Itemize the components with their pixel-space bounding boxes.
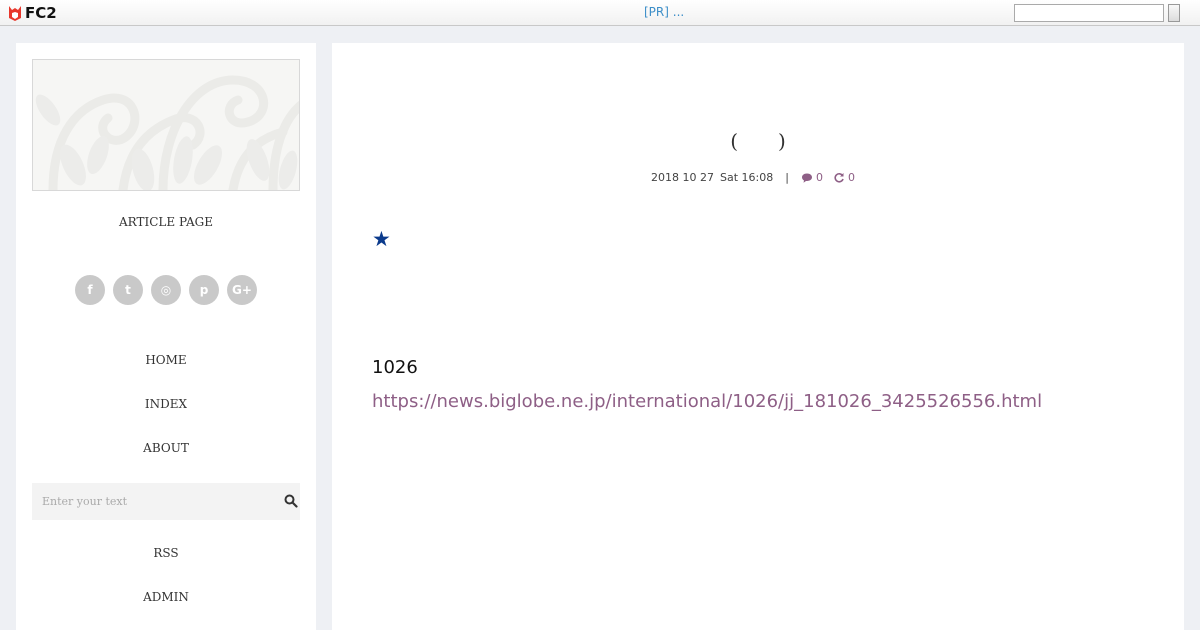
post-meta: 2018 10 27 Sat 16:08 | 0 0 — [332, 171, 1184, 184]
comment-icon — [801, 173, 812, 183]
nav-about[interactable]: ABOUT — [16, 441, 316, 455]
google-plus-icon[interactable]: G+ — [227, 275, 257, 305]
sidebar-search-input[interactable] — [32, 483, 272, 520]
article-main: ( ) 2018 10 27 Sat 16:08 | 0 0 ★ 1026 ht… — [332, 43, 1184, 630]
comments-link[interactable]: 0 — [801, 171, 823, 184]
pinterest-icon[interactable]: p — [189, 275, 219, 305]
social-links: f t ◎ p G+ — [75, 275, 257, 305]
fc2-fox-icon — [9, 6, 21, 21]
leaf-pattern-image — [35, 75, 299, 190]
blog-header-image[interactable] — [32, 59, 300, 191]
instagram-icon[interactable]: ◎ — [151, 275, 181, 305]
fc2-logo[interactable]: FC2 — [7, 4, 57, 22]
pr-link[interactable]: [PR] ... — [644, 5, 684, 19]
post-time: Sat 16:08 — [720, 171, 774, 184]
blog-title[interactable]: ARTICLE PAGE — [16, 215, 316, 229]
header-search-button[interactable] — [1168, 4, 1180, 22]
sidebar: ARTICLE PAGE f t ◎ p G+ HOME INDEX ABOUT… — [16, 43, 316, 630]
meta-separator: | — [785, 171, 789, 184]
news-link[interactable]: https://news.biglobe.ne.jp/international… — [372, 391, 1042, 412]
trackbacks-link[interactable]: 0 — [833, 171, 855, 184]
fc2-header-bar: FC2 [PR] ... — [0, 0, 1200, 26]
twitter-icon[interactable]: t — [113, 275, 143, 305]
nav-rss[interactable]: RSS — [16, 546, 316, 560]
nav-admin[interactable]: ADMIN — [16, 590, 316, 604]
refresh-icon — [834, 172, 844, 183]
trackback-count: 0 — [847, 171, 855, 184]
nav-index[interactable]: INDEX — [16, 397, 316, 411]
header-search-input[interactable] — [1014, 4, 1164, 22]
facebook-icon[interactable]: f — [75, 275, 105, 305]
post-date: 2018 10 27 — [651, 171, 715, 184]
search-icon[interactable] — [284, 494, 298, 508]
nav-home[interactable]: HOME — [16, 353, 316, 367]
star-icon: ★ — [372, 227, 391, 251]
sidebar-search — [32, 483, 300, 520]
comment-count: 0 — [815, 171, 823, 184]
fc2-logo-text: FC2 — [25, 4, 57, 22]
post-title[interactable]: ( ) — [332, 125, 1184, 154]
post-body-text: 1026 — [372, 357, 418, 378]
